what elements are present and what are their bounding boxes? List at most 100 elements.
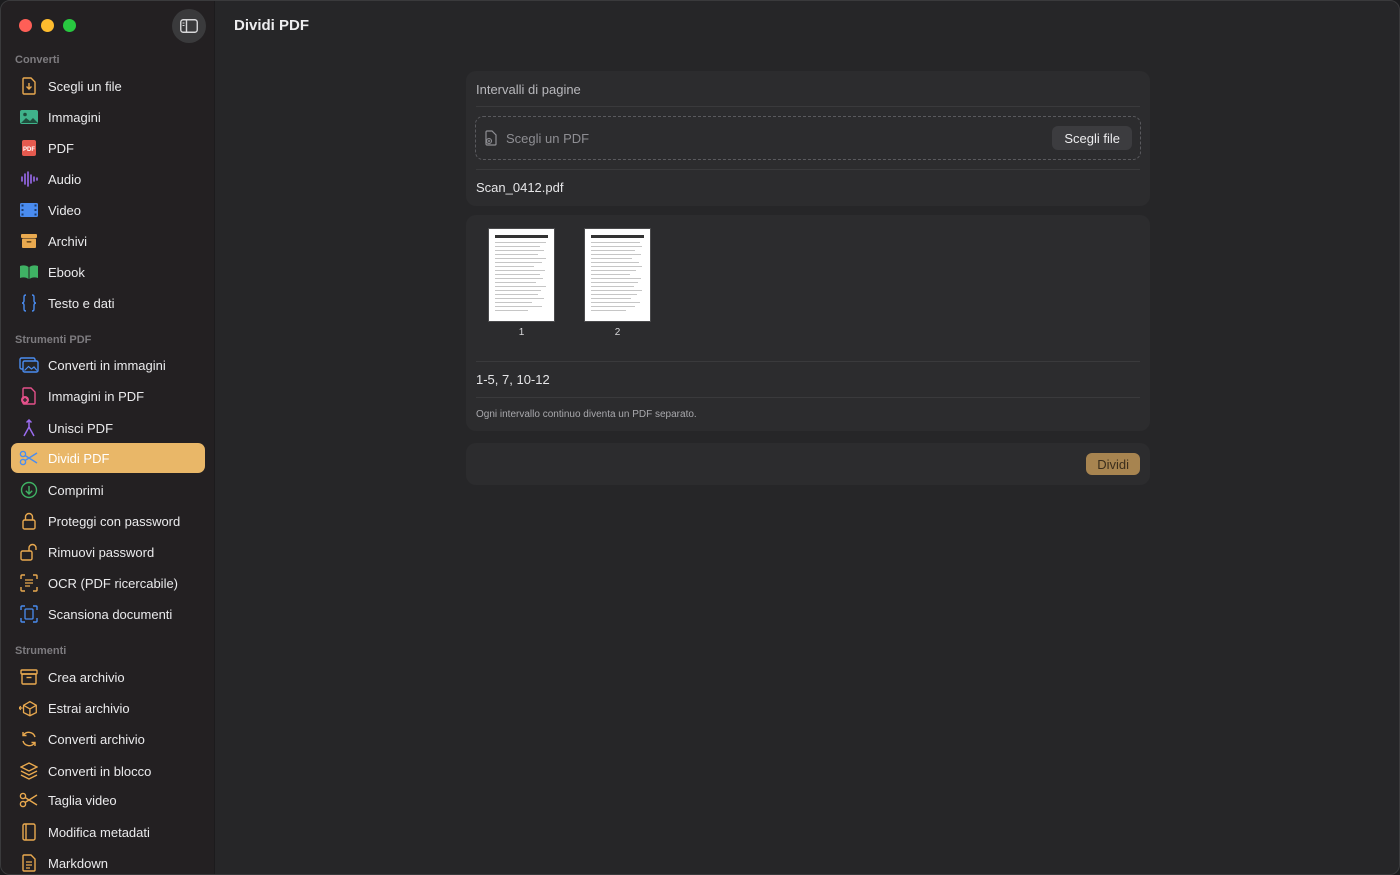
layers-icon	[19, 761, 39, 781]
sidebar-item-label: Testo e dati	[48, 295, 115, 311]
sidebar-item-label: Converti in blocco	[48, 763, 152, 779]
sidebar-item-label: Crea archivio	[48, 669, 125, 685]
sidebar-item-label: Taglia video	[48, 792, 117, 808]
page-ranges-field[interactable]: 1-5, 7, 10-12	[476, 372, 550, 387]
sidebar-item-ocr[interactable]: OCR (PDF ricercabile)	[11, 568, 205, 598]
doc-text-icon	[19, 853, 39, 873]
sidebar-item-audio[interactable]: Audio	[11, 164, 205, 194]
close-window-button[interactable]	[19, 19, 32, 32]
minimize-window-button[interactable]	[41, 19, 54, 32]
sidebar-item-label: PDF	[48, 140, 74, 156]
divider	[476, 169, 1140, 170]
unlock-icon	[19, 542, 39, 562]
scissors-icon	[19, 448, 39, 468]
box-open-icon	[19, 698, 39, 718]
page-thumbnails: 1 2	[488, 228, 651, 338]
sidebar-item-modifica-metadati[interactable]: Modifica metadati	[11, 817, 205, 847]
sidebar-item-crea-archivio[interactable]: Crea archivio	[11, 662, 205, 692]
section-title-strumenti-pdf: Strumenti PDF	[15, 334, 92, 346]
braces-icon	[19, 293, 39, 313]
waveform-icon	[19, 169, 39, 189]
page-thumbnail[interactable]: 1	[488, 228, 555, 338]
sidebar-item-label: Scegli un file	[48, 78, 122, 94]
sidebar: Converti Scegli un file Immagini PDF PDF…	[1, 1, 215, 874]
zoom-window-button[interactable]	[63, 19, 76, 32]
sidebar-item-label: Unisci PDF	[48, 420, 114, 436]
divider	[476, 106, 1140, 107]
sidebar-item-label: Scansiona documenti	[48, 606, 173, 622]
sidebar-item-video[interactable]: Video	[11, 195, 205, 225]
sidebar-item-label: Estrai archivio	[48, 700, 130, 716]
app-window: Converti Scegli un file Immagini PDF PDF…	[0, 0, 1400, 875]
sidebar-item-pdf[interactable]: PDF PDF	[11, 133, 205, 163]
ranges-hint: Ogni intervallo continuo diventa un PDF …	[476, 409, 697, 420]
sidebar-item-rimuovi-password[interactable]: Rimuovi password	[11, 537, 205, 567]
book-closed-icon	[19, 822, 39, 842]
sidebar-item-label: Immagini	[48, 109, 101, 125]
sidebar-item-estrai-archivio[interactable]: Estrai archivio	[11, 693, 205, 723]
merge-icon	[19, 418, 39, 438]
arrows-cycle-icon	[19, 729, 39, 749]
sidebar-item-converti-archivio[interactable]: Converti archivio	[11, 724, 205, 754]
sidebar-item-proteggi-password[interactable]: Proteggi con password	[11, 506, 205, 536]
file-import-icon	[19, 76, 39, 96]
sidebar-item-archivi[interactable]: Archivi	[11, 226, 205, 256]
pdf-dropzone[interactable]: Scegli un PDF Scegli file	[475, 116, 1141, 160]
archive-box-icon	[19, 231, 39, 251]
text-scan-icon	[19, 573, 39, 593]
sidebar-item-dividi-pdf[interactable]: Dividi PDF	[11, 443, 205, 473]
section-title-converti: Converti	[15, 54, 60, 66]
divider	[476, 397, 1140, 398]
sidebar-item-label: Rimuovi password	[48, 544, 155, 560]
card-header: Intervalli di pagine	[476, 82, 581, 97]
sidebar-item-converti-blocco[interactable]: Converti in blocco	[11, 756, 205, 786]
doc-plus-icon	[19, 386, 39, 406]
photos-icon	[19, 355, 39, 375]
sidebar-item-label: Archivi	[48, 233, 88, 249]
film-icon	[19, 200, 39, 220]
sidebar-item-comprimi[interactable]: Comprimi	[11, 475, 205, 505]
sidebar-item-label: Ebook	[48, 264, 85, 280]
sidebar-item-label: Audio	[48, 171, 82, 187]
split-button[interactable]: Dividi	[1086, 453, 1140, 475]
sidebar-item-label: Dividi PDF	[48, 450, 110, 466]
sidebar-item-scansiona[interactable]: Scansiona documenti	[11, 599, 205, 629]
document-icon	[484, 130, 498, 146]
sidebar-item-label: Converti archivio	[48, 731, 145, 747]
page-thumbnail[interactable]: 2	[584, 228, 651, 338]
sidebar-item-label: Immagini in PDF	[48, 388, 145, 404]
page-preview-image	[584, 228, 651, 322]
sidebar-item-taglia-video[interactable]: Taglia video	[11, 785, 205, 815]
sidebar-item-ebook[interactable]: Ebook	[11, 257, 205, 287]
selected-filename: Scan_0412.pdf	[476, 180, 564, 195]
scissors-icon	[19, 790, 39, 810]
archive-box-icon	[19, 667, 39, 687]
sidebar-item-immagini-pdf[interactable]: Immagini in PDF	[11, 381, 205, 411]
sidebar-item-scegli-file[interactable]: Scegli un file	[11, 71, 205, 101]
sidebar-item-label: Proteggi con password	[48, 513, 181, 529]
sidebar-item-unisci-pdf[interactable]: Unisci PDF	[11, 413, 205, 443]
divider	[476, 361, 1140, 362]
image-icon	[19, 107, 39, 127]
sidebar-item-label: Markdown	[48, 855, 108, 871]
page-preview-image	[488, 228, 555, 322]
page-number: 1	[518, 327, 525, 338]
section-title-strumenti: Strumenti	[15, 645, 67, 657]
sidebar-item-label: Video	[48, 202, 82, 218]
sidebar-item-label: Modifica metadati	[48, 824, 150, 840]
svg-text:PDF: PDF	[23, 147, 35, 153]
sidebar-item-label: Comprimi	[48, 482, 104, 498]
sidebar-toggle-button[interactable]	[172, 9, 206, 43]
lock-icon	[19, 511, 39, 531]
page-number: 2	[614, 327, 621, 338]
book-icon	[19, 262, 39, 282]
sidebar-item-markdown[interactable]: Markdown	[11, 848, 205, 874]
doc-scan-icon	[19, 604, 39, 624]
choose-file-button[interactable]: Scegli file	[1052, 126, 1132, 150]
sidebar-item-immagini[interactable]: Immagini	[11, 102, 205, 132]
sidebar-item-testo-dati[interactable]: Testo e dati	[11, 288, 205, 318]
sidebar-item-converti-immagini[interactable]: Converti in immagini	[11, 350, 205, 380]
file-selection-card: Intervalli di pagine Scegli un PDF Scegl…	[466, 71, 1150, 206]
window-controls	[19, 19, 76, 32]
sidebar-item-label: Converti in immagini	[48, 357, 166, 373]
